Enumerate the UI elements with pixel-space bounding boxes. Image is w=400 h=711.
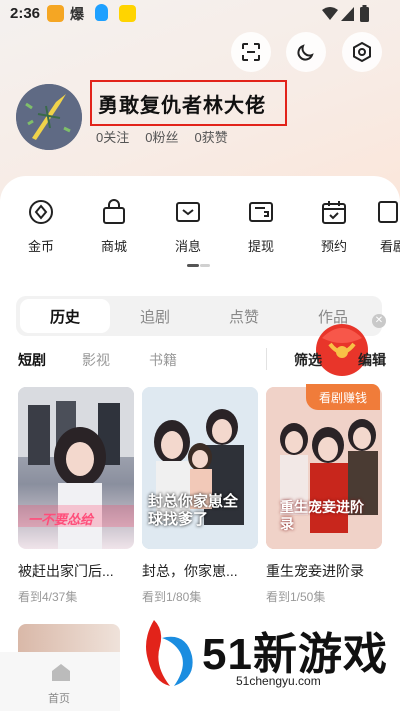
quick-coin[interactable]: 金币 [13,198,69,255]
home-icon[interactable] [50,662,72,682]
poster-1-text: 一不要怂给 [28,512,94,527]
video-app-icon [47,5,64,22]
tab-following[interactable]: 追剧 [110,296,200,336]
filter-books[interactable]: 书籍 [149,350,177,370]
nav-home-label[interactable]: 首页 [48,690,70,706]
hexagon-gear-icon [353,41,371,63]
battery-icon [360,5,369,22]
shopping-bag-icon [100,198,128,226]
drama-title-1[interactable]: 被赶出家门后... [18,561,138,581]
filter-button[interactable]: 筛选 [294,350,322,370]
quick-withdraw-label: 提现 [247,239,274,254]
follow-count[interactable]: 0关注 [96,127,129,146]
watermark: 51新游戏 51chengyu.com [140,614,387,704]
quick-message[interactable]: 消息 [160,198,216,255]
status-bar: 2:36 爆 [0,0,400,28]
filter-short-drama[interactable]: 短剧 [18,350,46,370]
username-highlight-box: 勇敢复仇者林大佬 [90,80,287,126]
coin-icon [27,198,55,226]
settings-button[interactable] [342,32,382,72]
quick-reserve-label: 预约 [320,239,347,254]
likes-count[interactable]: 0获赞 [194,127,227,146]
quick-message-label: 消息 [174,239,201,254]
filter-divider [266,348,267,370]
quick-withdraw[interactable]: 提现 [233,198,289,255]
quick-watch[interactable]: 看剧 [372,198,400,255]
page-indicator [187,264,211,268]
drama-progress-3: 看到1/50集 [266,590,326,604]
wifi-icon [322,7,338,20]
drama-title-3[interactable]: 重生宠妾进阶录 [266,561,386,581]
drama-poster-2[interactable]: 封总你家崽全球找爹了 [142,387,258,549]
moon-icon [297,44,314,61]
message-icon [174,198,202,226]
wallet-icon [247,198,275,226]
signal-icon [341,7,354,21]
quick-reserve[interactable]: 预约 [306,198,362,255]
earn-badge[interactable]: 看剧赚钱 [306,384,380,410]
status-time: 2:36 [10,5,41,22]
drama-progress-1: 看到4/37集 [18,590,78,604]
edit-button[interactable]: 编辑 [358,350,386,370]
scan-button[interactable] [231,32,271,72]
drama-title-2[interactable]: 封总，你家崽... [142,561,262,581]
scan-icon [242,43,260,61]
watermark-url: 51chengyu.com [232,674,325,688]
quick-coin-label: 金币 [27,239,54,254]
play-icon [372,198,400,226]
drama-poster-1[interactable]: 一不要怂给 [18,387,134,549]
calendar-icon [320,198,348,226]
drama-poster-3[interactable]: 重生宠妾进阶录 [266,387,382,549]
poster-3-text: 重生宠妾进阶录 [280,499,364,532]
poster-2-text: 封总你家崽全球找爹了 [148,493,239,528]
watermark-brand: 51新游戏 [202,630,388,679]
tab-history[interactable]: 历史 [20,299,110,333]
tab-liked[interactable]: 点赞 [199,296,289,336]
game-app-icon [119,5,136,22]
quick-mall[interactable]: 商城 [86,198,142,255]
quick-mall-label: 商城 [100,239,127,254]
quick-watch-label: 看剧 [380,239,400,254]
watermark-logo-icon [146,620,193,686]
profile-stats: 0关注 0粉丝 0获赞 [96,127,228,146]
avatar[interactable] [16,84,82,150]
filter-film[interactable]: 影视 [82,350,110,370]
dark-mode-button[interactable] [286,32,326,72]
username[interactable]: 勇敢复仇者林大佬 [98,89,266,118]
fans-count[interactable]: 0粉丝 [145,127,178,146]
fire-app-icon: 爆 [70,6,84,22]
qq-icon [95,4,108,21]
close-icon[interactable]: ✕ [372,314,386,328]
drama-progress-2: 看到1/80集 [142,590,202,604]
sword-illustration [16,84,82,150]
